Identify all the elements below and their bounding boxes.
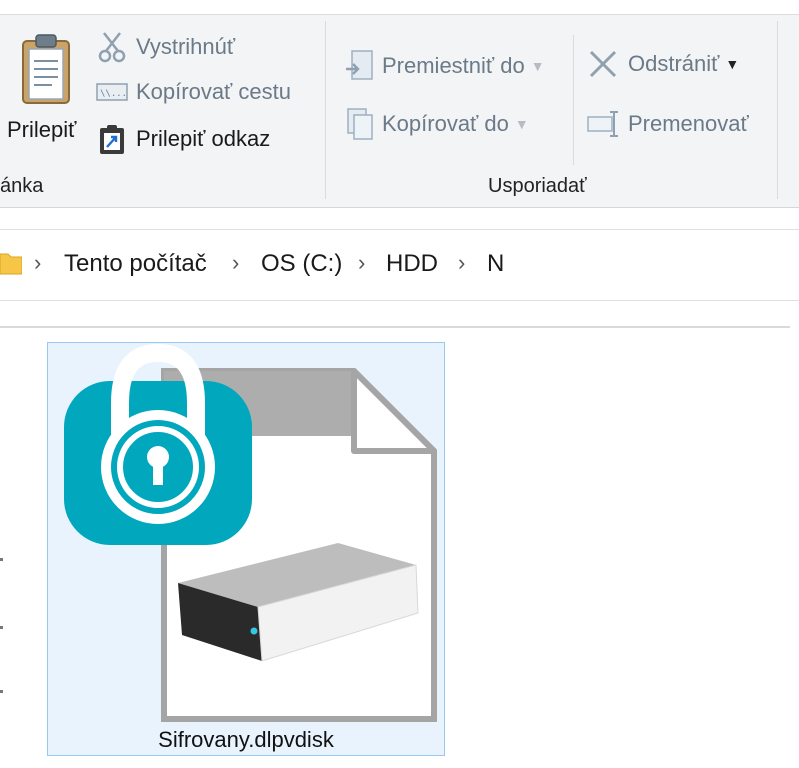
encrypted-disk-file-icon xyxy=(64,343,437,722)
cut-label: Vystrihnúť xyxy=(136,34,236,59)
chevron-right-icon: › xyxy=(34,250,42,275)
paste-button[interactable]: Prilepiť xyxy=(0,27,92,147)
paste-shortcut-icon xyxy=(100,125,124,154)
copy-path-button[interactable]: \\... Kopírovať cestu xyxy=(96,79,291,105)
copy-to-icon xyxy=(347,108,373,140)
move-to-button[interactable]: Premiestniť do ▼ xyxy=(344,49,545,83)
breadcrumb-n[interactable]: N xyxy=(487,250,504,278)
rename-button[interactable]: Premenovať xyxy=(587,109,749,139)
cut-button[interactable]: Vystrihnúť xyxy=(98,31,235,63)
nav-pane-marker xyxy=(0,626,3,629)
clipboard-group-label: ánka xyxy=(0,175,44,197)
chevron-down-icon: ▼ xyxy=(530,58,545,74)
address-bar[interactable]: › Tento počítač › OS (C:) › HDD › N xyxy=(0,229,799,301)
svg-text:\\...: \\... xyxy=(100,89,127,99)
folder-icon xyxy=(0,253,22,275)
chevron-down-icon: ▼ xyxy=(725,56,740,72)
copy-to-button[interactable]: Kopírovať do ▼ xyxy=(344,107,529,141)
ribbon-separator xyxy=(777,21,778,199)
chevron-right-icon: › xyxy=(232,250,240,275)
chevron-right-icon: › xyxy=(358,250,366,275)
chevron-right-icon: › xyxy=(458,250,466,275)
paste-shortcut-button[interactable]: Prilepiť odkaz xyxy=(98,123,270,155)
copy-path-icon: \\... xyxy=(96,83,128,101)
file-item[interactable]: Sifrovany.dlpvdisk xyxy=(47,342,445,756)
breadcrumb-this-pc[interactable]: Tento počítač xyxy=(64,250,207,278)
paste-shortcut-label: Prilepiť odkaz xyxy=(136,126,271,151)
delete-x-icon xyxy=(589,50,617,78)
copy-to-label: Kopírovať do xyxy=(382,111,509,136)
scissors-icon xyxy=(98,32,126,63)
move-to-label: Premiestniť do xyxy=(382,53,525,78)
delete-button[interactable]: Odstrániť ▼ xyxy=(588,49,739,79)
pane-divider xyxy=(0,326,790,328)
nav-pane-marker xyxy=(0,690,3,693)
ribbon-separator xyxy=(325,21,326,199)
clipboard-paste-icon xyxy=(22,34,70,104)
organize-group-label: Usporiadať xyxy=(488,175,587,197)
move-to-icon xyxy=(346,50,373,80)
copy-path-label: Kopírovať cestu xyxy=(136,79,291,104)
nav-pane-marker xyxy=(0,558,3,561)
breadcrumb-hdd[interactable]: HDD xyxy=(386,250,438,278)
chevron-down-icon: ▼ xyxy=(514,116,529,132)
delete-label: Odstrániť xyxy=(628,51,720,76)
breadcrumb-os-c[interactable]: OS (C:) xyxy=(261,250,342,278)
paste-label: Prilepiť xyxy=(7,117,77,142)
rename-icon xyxy=(587,111,618,137)
rename-label: Premenovať xyxy=(628,111,749,136)
ribbon-separator xyxy=(573,35,574,165)
ribbon: Prilepiť Vystrihnúť \\... Kopírovať cest… xyxy=(0,14,799,208)
file-name-label: Sifrovany.dlpvdisk xyxy=(158,727,334,752)
